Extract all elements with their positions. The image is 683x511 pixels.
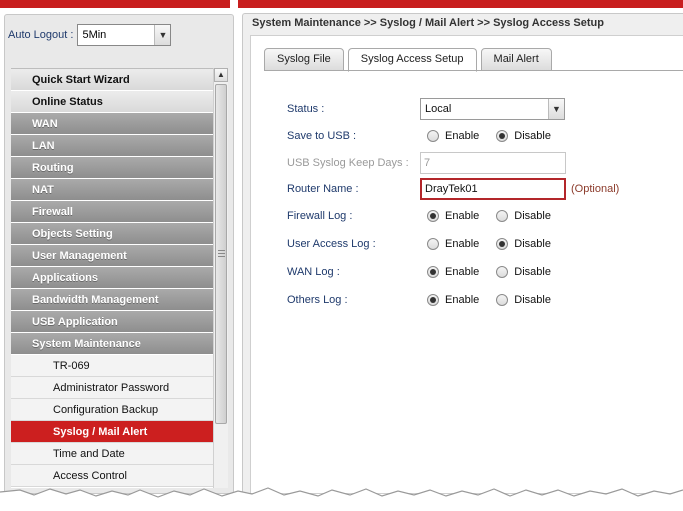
others-log-disable-radio[interactable]	[496, 294, 509, 306]
sidebar-item-nat[interactable]: NAT	[11, 179, 213, 201]
sidebar-subitem-tr-069[interactable]: TR-069	[11, 355, 213, 377]
wan-log-disable-radio[interactable]	[496, 266, 509, 278]
tab-syslog-file[interactable]: Syslog File	[264, 48, 344, 71]
save-usb-radios: Enable Disable	[420, 125, 561, 147]
status-control: Local ▼	[420, 98, 565, 120]
wan-log-label: WAN Log :	[287, 266, 340, 278]
user-access-log-enable-label: Enable	[445, 238, 480, 250]
firewall-log-enable-radio[interactable]	[427, 210, 439, 222]
user-access-log-enable-radio[interactable]	[427, 238, 439, 250]
wan-log-disable-label: Disable	[514, 266, 551, 278]
wan-log-radios: Enable Disable	[420, 261, 561, 283]
sidebar-subitem-time-and-date[interactable]: Time and Date	[11, 443, 213, 465]
scroll-up-icon[interactable]: ▲	[214, 68, 228, 82]
save-usb-enable-label: Enable	[445, 130, 480, 142]
firewall-log-disable-label: Disable	[514, 210, 551, 222]
sidebar-subitem-administrator-password[interactable]: Administrator Password	[11, 377, 213, 399]
sidebar-item-applications[interactable]: Applications	[11, 267, 213, 289]
top-bar-gap	[230, 0, 238, 8]
others-log-radios: Enable Disable	[420, 289, 561, 311]
others-log-disable-label: Disable	[514, 294, 551, 306]
others-log-enable-label: Enable	[445, 294, 480, 306]
user-access-log-radios: Enable Disable	[420, 233, 561, 255]
torn-edge	[0, 487, 683, 511]
sidebar-item-quick-start-wizard[interactable]: Quick Start Wizard	[11, 69, 213, 91]
tab-syslog-access-setup[interactable]: Syslog Access Setup	[347, 48, 477, 72]
sidebar-scrollbar[interactable]: ▲	[213, 68, 228, 488]
router-name-hint: (Optional)	[571, 183, 620, 195]
tab-bar: Syslog File Syslog Access Setup Mail Alert	[264, 48, 556, 72]
firewall-log-disable-radio[interactable]	[496, 210, 509, 222]
scrollbar-thumb[interactable]	[215, 84, 227, 424]
router-name-control: DrayTek01 (Optional)	[420, 178, 619, 200]
sidebar-item-online-status[interactable]: Online Status	[11, 91, 213, 113]
top-brand-bar	[0, 0, 683, 8]
sidebar-item-system-maintenance[interactable]: System Maintenance	[11, 333, 213, 355]
save-usb-disable-label: Disable	[514, 130, 551, 142]
breadcrumb: System Maintenance >> Syslog / Mail Aler…	[252, 17, 604, 29]
sidebar-item-wan[interactable]: WAN	[11, 113, 213, 135]
usb-keep-days-label: USB Syslog Keep Days :	[287, 157, 409, 169]
status-value: Local	[425, 103, 452, 115]
save-usb-disable-radio[interactable]	[496, 130, 509, 142]
save-usb-label: Save to USB :	[287, 130, 357, 142]
router-name-input[interactable]: DrayTek01	[420, 178, 566, 200]
sidebar-subitem-syslog-mail-alert[interactable]: Syslog / Mail Alert	[11, 421, 213, 443]
sidebar-subitem-configuration-backup[interactable]: Configuration Backup	[11, 399, 213, 421]
sidebar-item-bandwidth-management[interactable]: Bandwidth Management	[11, 289, 213, 311]
grip-icon	[218, 250, 225, 257]
tab-mail-alert[interactable]: Mail Alert	[480, 48, 552, 71]
sidebar-item-usb-application[interactable]: USB Application	[11, 311, 213, 333]
user-access-log-disable-radio[interactable]	[496, 238, 509, 250]
firewall-log-radios: Enable Disable	[420, 205, 561, 227]
auto-logout-select[interactable]: 5Min ▼	[77, 24, 172, 46]
sidebar-item-lan[interactable]: LAN	[11, 135, 213, 157]
sidebar-item-firewall[interactable]: Firewall	[11, 201, 213, 223]
wan-log-enable-label: Enable	[445, 266, 480, 278]
firewall-log-enable-label: Enable	[445, 210, 480, 222]
firewall-log-label: Firewall Log :	[287, 210, 353, 222]
sidebar-menu: Quick Start Wizard Online Status WAN LAN Rou…	[11, 68, 213, 488]
wan-log-enable-radio[interactable]	[427, 266, 439, 278]
save-usb-enable-radio[interactable]	[427, 130, 439, 142]
sidebar-item-objects-setting[interactable]: Objects Setting	[11, 223, 213, 245]
chevron-down-icon[interactable]: ▼	[548, 99, 564, 119]
auto-logout-label: Auto Logout :	[8, 29, 74, 41]
usb-keep-days-control: 7	[420, 152, 566, 174]
auto-logout: Auto Logout : 5Min ▼	[8, 24, 172, 46]
auto-logout-value: 5Min	[82, 29, 107, 41]
status-select[interactable]: Local ▼	[420, 98, 565, 120]
sidebar-item-user-management[interactable]: User Management	[11, 245, 213, 267]
user-access-log-disable-label: Disable	[514, 238, 551, 250]
chevron-down-icon[interactable]: ▼	[154, 25, 171, 45]
others-log-enable-radio[interactable]	[427, 294, 439, 306]
user-access-log-label: User Access Log :	[287, 238, 376, 250]
others-log-label: Others Log :	[287, 294, 348, 306]
tab-divider	[264, 70, 683, 71]
router-name-label: Router Name :	[287, 183, 359, 195]
usb-keep-days-input[interactable]: 7	[420, 152, 566, 174]
status-label: Status :	[287, 103, 325, 115]
sidebar-item-routing[interactable]: Routing	[11, 157, 213, 179]
